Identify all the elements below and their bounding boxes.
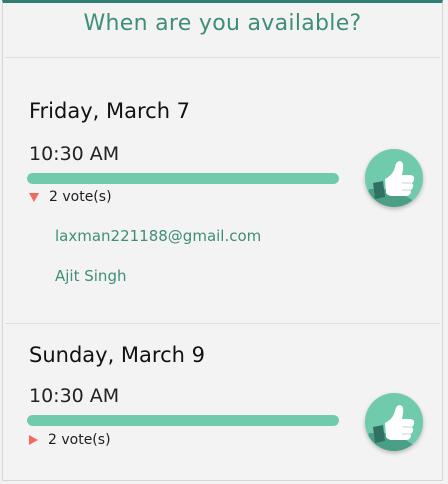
- vote-progress-bar: [27, 415, 339, 426]
- voter-name: Ajit Singh: [55, 267, 127, 285]
- slot-time-label: 10:30 AM: [29, 385, 120, 407]
- vote-button[interactable]: [365, 149, 423, 207]
- vote-progress-fill: [27, 173, 339, 184]
- votes-toggle[interactable]: 2 vote(s): [29, 432, 111, 448]
- slot-day-label: Sunday, March 9: [29, 343, 205, 367]
- header-divider: [5, 57, 440, 58]
- votes-count: 2 vote(s): [49, 189, 112, 205]
- thumbs-up-icon: [365, 405, 423, 451]
- slot-day-label: Friday, March 7: [29, 99, 191, 123]
- voter-name: laxman221188@gmail.com: [55, 227, 262, 245]
- vote-progress-fill: [27, 415, 339, 426]
- vote-progress-bar: [27, 173, 339, 184]
- page-title: When are you available?: [83, 11, 362, 36]
- vote-button[interactable]: [365, 393, 423, 451]
- slot-time-label: 10:30 AM: [29, 143, 120, 165]
- votes-toggle[interactable]: 2 vote(s): [29, 189, 112, 205]
- availability-panel: When are you available? Friday, March 7 …: [2, 0, 443, 481]
- thumbs-up-icon: [365, 161, 423, 207]
- triangle-down-icon[interactable]: [29, 192, 39, 202]
- slot-divider: [5, 323, 440, 324]
- votes-count: 2 vote(s): [48, 432, 111, 448]
- triangle-right-icon[interactable]: [29, 435, 38, 445]
